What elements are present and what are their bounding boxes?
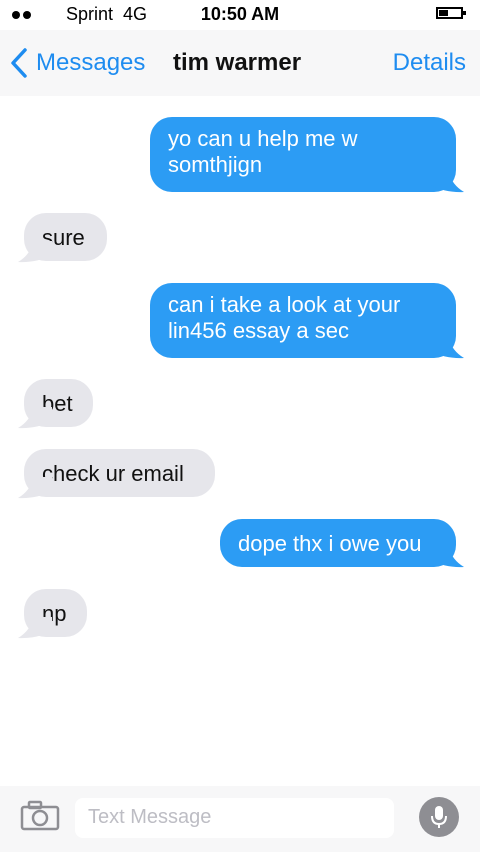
sent-bubble-tail (430, 546, 464, 568)
sent-bubble-tail (430, 337, 464, 359)
microphone-icon (419, 797, 459, 837)
camera-icon (20, 800, 60, 831)
message-line: yo can u help me w (168, 126, 358, 151)
message-line: check ur email (42, 461, 184, 486)
text-message-input[interactable]: Text Message (75, 798, 394, 838)
status-bar: Sprint 4G 10:50 AM (0, 0, 480, 30)
status-time: 10:50 AM (200, 4, 280, 24)
chevron-left-icon (11, 48, 27, 78)
received-bubble-tail (18, 617, 52, 639)
sent-message-bubble[interactable]: can i take a look at your lin456 essay a… (150, 283, 456, 358)
received-bubble-tail (18, 407, 52, 429)
message-input-bar: Text Message (0, 786, 480, 852)
back-button-label: Messages (36, 49, 146, 76)
message-line: lin456 essay a sec (168, 318, 349, 343)
conversation-header: Messages tim warmer Details (0, 30, 480, 96)
input-placeholder: Text Message (88, 806, 212, 828)
sent-message-bubble[interactable]: yo can u help me w somthjign (150, 117, 456, 192)
contact-name: tim warmer (173, 49, 302, 76)
sent-message-bubble[interactable]: dope thx i owe you (220, 519, 456, 567)
message-line: dope thx i owe you (238, 531, 422, 556)
details-button[interactable]: Details (393, 49, 466, 77)
dictation-button[interactable] (419, 797, 459, 842)
sent-bubble-tail (430, 171, 464, 193)
message-line: somthjign (168, 152, 263, 177)
message-line: can i take a look at your (168, 292, 401, 317)
received-bubble-tail (18, 241, 52, 263)
back-button[interactable]: Messages (10, 45, 145, 81)
battery-icon (436, 7, 466, 19)
camera-button[interactable] (20, 800, 60, 837)
received-bubble-tail (18, 477, 52, 499)
